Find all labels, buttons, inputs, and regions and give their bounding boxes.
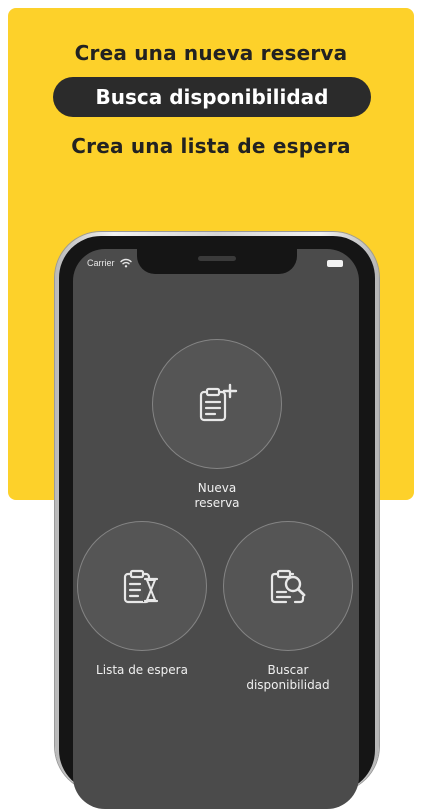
pill-label: Busca disponibilidad (95, 85, 329, 109)
carrier-label: Carrier (87, 258, 115, 268)
waitlist-button[interactable] (77, 521, 207, 651)
search-availability-label: Buscar disponibilidad (246, 663, 330, 692)
battery-icon (327, 260, 343, 267)
waitlist-icon (123, 569, 159, 604)
waitlist-action[interactable]: Lista de espera (77, 521, 207, 678)
new-reservation-icon (199, 383, 238, 422)
new-reservation-button[interactable] (152, 339, 282, 469)
phone-frame: Carrier Nueva reserva Lista de espera Bu… (55, 232, 379, 809)
headline-waitlist: Crea una lista de espera (71, 134, 351, 158)
phone-screen: Carrier Nueva reserva Lista de espera Bu… (73, 249, 359, 809)
search-availability-action[interactable]: Buscar disponibilidad (223, 521, 353, 693)
phone-notch (137, 249, 297, 274)
search-availability-icon (270, 569, 306, 604)
new-reservation-label: Nueva reserva (194, 481, 240, 510)
headline-search-availability-pill: Busca disponibilidad (53, 77, 371, 117)
headline-new-reservation: Crea una nueva reserva (74, 41, 348, 65)
speaker-grille (198, 256, 236, 261)
new-reservation-action[interactable]: Nueva reserva (152, 339, 282, 511)
wifi-icon (120, 258, 132, 268)
search-availability-button[interactable] (223, 521, 353, 651)
waitlist-label: Lista de espera (96, 663, 188, 677)
